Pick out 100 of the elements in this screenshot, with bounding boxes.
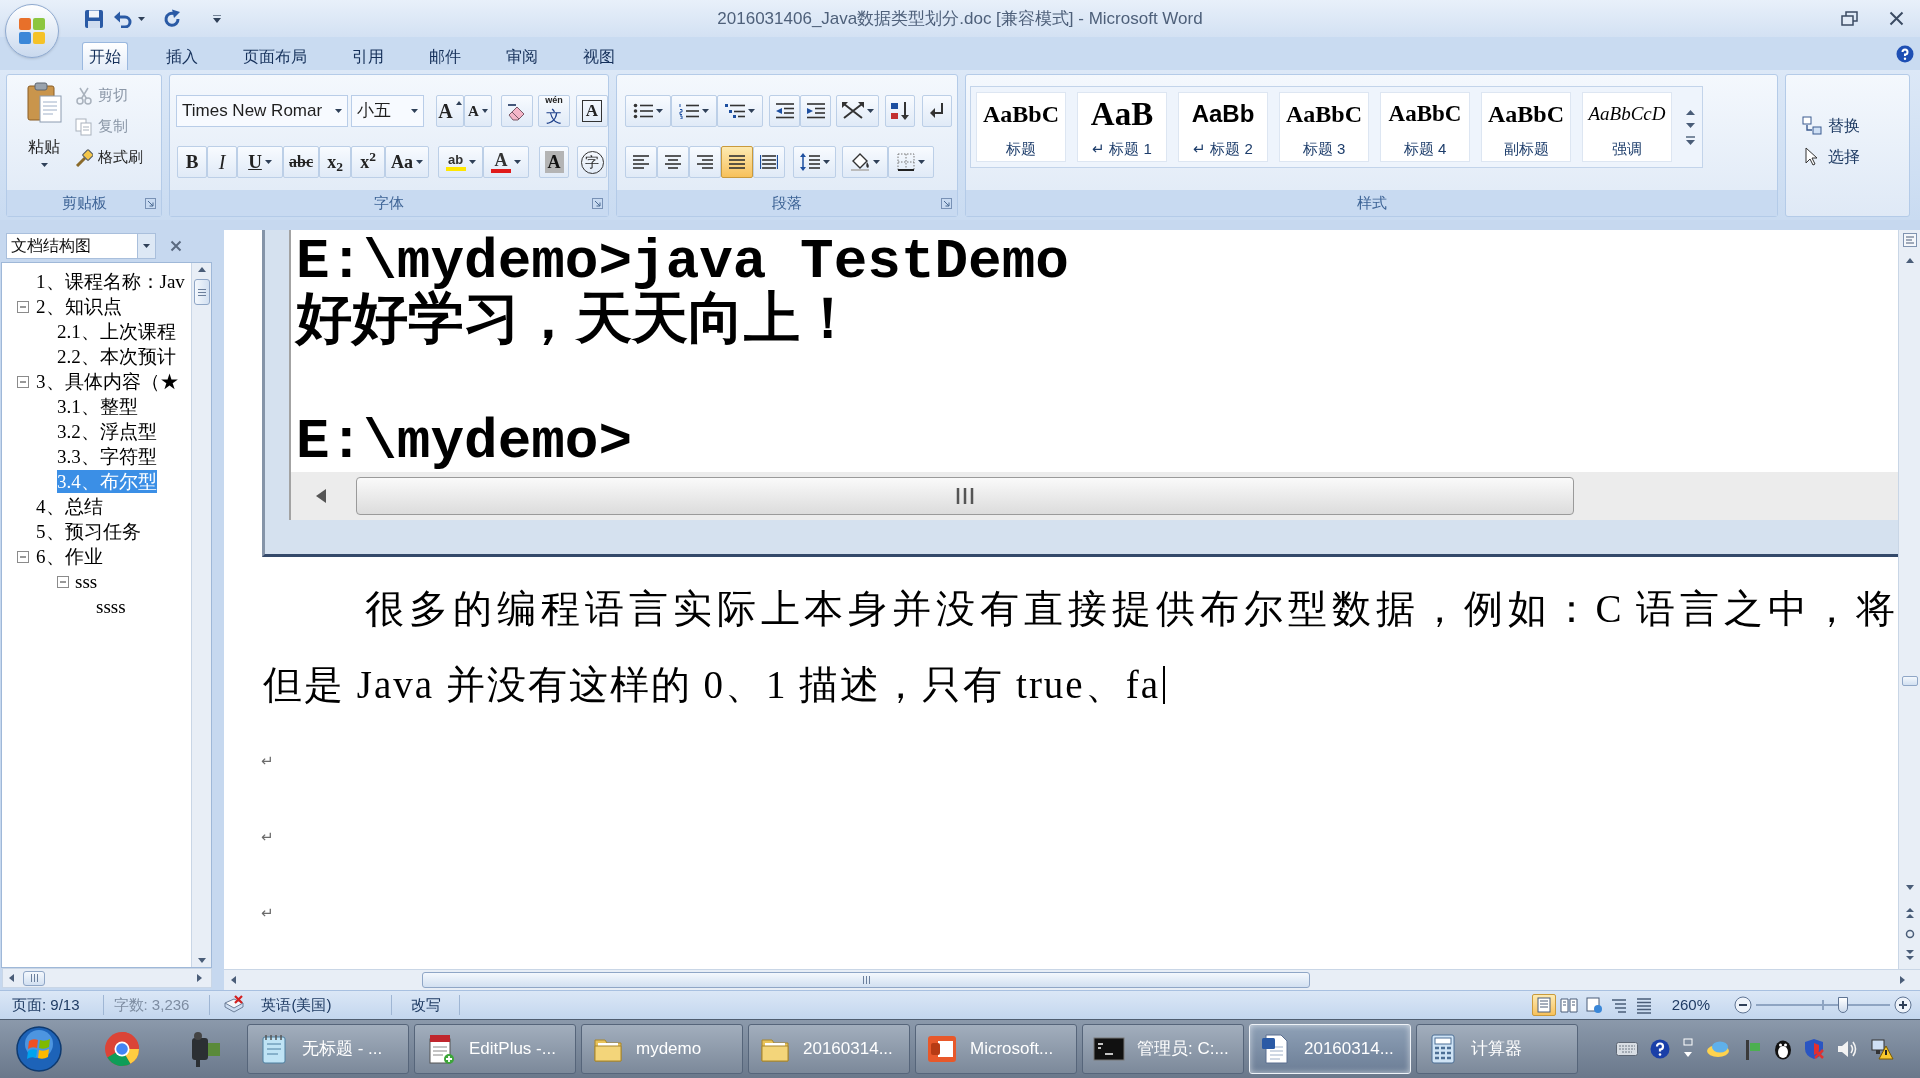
minus-box-icon[interactable]	[17, 375, 29, 388]
previous-page-icon[interactable]	[1904, 907, 1915, 919]
clear-formatting-button[interactable]	[501, 95, 533, 127]
caret-icon[interactable]	[40, 163, 48, 167]
caret-icon[interactable]	[873, 160, 880, 164]
editing-command[interactable]: 选择	[1802, 142, 1909, 171]
restore-icon[interactable]	[1841, 10, 1859, 27]
arrow-down-icon[interactable]	[196, 957, 207, 964]
network-warning-icon[interactable]	[1870, 1038, 1894, 1060]
alignment-button[interactable]	[625, 146, 657, 178]
cloud-icon[interactable]	[1706, 1040, 1730, 1058]
ribbon-tab[interactable]: 开始	[82, 42, 128, 70]
close-icon[interactable]	[1889, 11, 1904, 26]
arrow-left-icon[interactable]	[230, 975, 237, 985]
outline-item[interactable]: 6、作业	[36, 545, 103, 568]
scrollbar[interactable]	[191, 263, 211, 967]
scroll-thumb[interactable]	[23, 970, 45, 986]
zoom-out-icon[interactable]	[1734, 996, 1752, 1014]
language-indicator[interactable]: 英语(美国)	[261, 993, 332, 1017]
more-icon[interactable]	[1684, 136, 1697, 146]
enclose-characters-button[interactable]: 字	[577, 146, 607, 178]
caret-icon[interactable]	[656, 109, 663, 113]
style-tile[interactable]: AaBbC 副标题	[1481, 92, 1571, 162]
caret-icon[interactable]	[514, 160, 521, 164]
scroll-thumb[interactable]	[1901, 676, 1918, 686]
bold-button[interactable]: B	[177, 146, 207, 178]
caret-icon[interactable]	[335, 109, 342, 113]
clipboard-command[interactable]: 格式刷	[75, 143, 143, 172]
outline-item[interactable]: 3、具体内容（★	[36, 370, 179, 393]
highlight-button[interactable]: ab	[438, 146, 483, 178]
caret-icon[interactable]	[411, 109, 418, 113]
caret-icon[interactable]	[866, 109, 874, 113]
minus-box-icon[interactable]	[17, 550, 29, 563]
close-icon[interactable]	[170, 240, 182, 252]
paste-button[interactable]: 粘贴	[19, 75, 69, 171]
underline-button[interactable]: U	[237, 146, 283, 178]
alignment-button[interactable]	[753, 146, 785, 178]
scrollbar[interactable]	[1898, 230, 1920, 969]
arrow-down-icon[interactable]	[1904, 884, 1915, 891]
ribbon-tab[interactable]: 引用	[345, 42, 391, 70]
caret-icon[interactable]	[213, 14, 221, 23]
ribbon-tab[interactable]: 插入	[159, 42, 205, 70]
overtype-indicator[interactable]: 改写	[411, 993, 442, 1017]
redo-icon[interactable]	[162, 8, 182, 29]
arrow-right-icon[interactable]	[196, 973, 203, 983]
scroll-thumb[interactable]	[193, 279, 210, 305]
zoom-level[interactable]: 260%	[1671, 993, 1710, 1017]
decrease-indent-button[interactable]	[769, 95, 800, 127]
book-x-icon[interactable]	[223, 995, 246, 1015]
outline-item[interactable]: ssss	[96, 595, 126, 618]
text-direction-button[interactable]	[836, 95, 879, 127]
arrow-up-icon[interactable]	[196, 266, 207, 273]
alignment-button[interactable]	[721, 146, 753, 178]
zoom-slider[interactable]	[1756, 997, 1890, 1013]
character-border-button[interactable]: A	[576, 95, 608, 127]
caret-icon[interactable]	[416, 160, 423, 164]
scrollbar[interactable]	[224, 969, 1920, 990]
outline-item[interactable]: 3.3、字符型	[57, 445, 157, 468]
scroll-thumb[interactable]	[422, 972, 1310, 988]
shrink-font-button[interactable]: A	[464, 95, 492, 127]
outline-item[interactable]: 5、预习任务	[36, 520, 141, 543]
zoom-in-icon[interactable]	[1894, 996, 1912, 1014]
style-tile[interactable]: AaBbCcD 强调	[1582, 92, 1672, 162]
arrow-up-icon[interactable]	[1904, 257, 1915, 264]
style-tile[interactable]: AaB ↵ 标题 1	[1077, 92, 1167, 162]
editing-command[interactable]: 替换	[1802, 111, 1909, 140]
document-map-dropdown[interactable]: 文档结构图	[6, 233, 156, 259]
help-icon[interactable]	[1896, 44, 1914, 63]
caret-icon[interactable]	[748, 109, 755, 113]
outline-item[interactable]: 3.2、浮点型	[57, 420, 157, 443]
ribbon-tab[interactable]: 视图	[576, 42, 622, 70]
superscript-button[interactable]: x$^{2}$	[351, 146, 385, 178]
browser-icon[interactable]	[104, 1031, 140, 1067]
caret-icon[interactable]	[702, 109, 709, 113]
dialog-launcher-icon[interactable]	[941, 197, 952, 209]
outline-item[interactable]: sss	[75, 570, 98, 593]
start-orb-icon[interactable]	[16, 1026, 62, 1072]
scroll-thumb[interactable]	[356, 477, 1574, 515]
line-spacing-button[interactable]	[793, 146, 836, 178]
slider-thumb[interactable]	[1838, 997, 1849, 1013]
ribbon-tab[interactable]: 审阅	[499, 42, 545, 70]
arrow-left-icon[interactable]	[8, 973, 15, 983]
undo-icon[interactable]	[113, 9, 133, 28]
caret-icon[interactable]	[468, 160, 476, 164]
outline-item[interactable]: 1、课程名称：Jav	[36, 270, 185, 293]
font-name-field[interactable]: Times New Romar	[176, 95, 348, 127]
help-icon[interactable]	[1650, 1039, 1670, 1059]
outline-item[interactable]: 3.1、整型	[57, 395, 138, 418]
style-tile[interactable]: AaBbC 标题 4	[1380, 92, 1470, 162]
outline-item[interactable]: 2.2、本次预计	[57, 345, 176, 368]
minus-box-icon[interactable]	[57, 575, 69, 588]
arrow-left-icon[interactable]	[315, 488, 327, 504]
outline-item[interactable]: 2.1、上次课程	[57, 320, 176, 343]
keyboard-icon[interactable]	[1616, 1042, 1638, 1056]
ruler-toggle-icon[interactable]	[1902, 233, 1917, 247]
next-page-icon[interactable]	[1904, 949, 1915, 961]
caret-icon[interactable]	[918, 160, 925, 164]
character-shading-button[interactable]: A	[539, 146, 569, 178]
strikethrough-button[interactable]: abc	[283, 146, 319, 178]
penguin-icon[interactable]	[1774, 1038, 1792, 1060]
